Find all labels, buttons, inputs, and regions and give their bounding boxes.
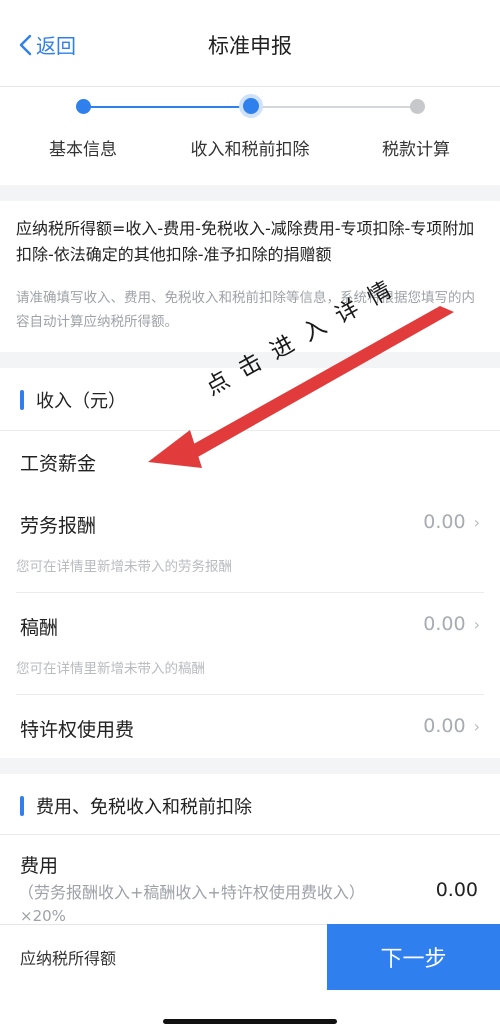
home-indicator bbox=[163, 1019, 337, 1024]
next-step-button[interactable]: 下一步 bbox=[327, 924, 500, 990]
taxable-income-label: 应纳税所得额 bbox=[20, 949, 117, 968]
annotation-arrow bbox=[148, 306, 454, 468]
arrow-head bbox=[148, 430, 202, 468]
